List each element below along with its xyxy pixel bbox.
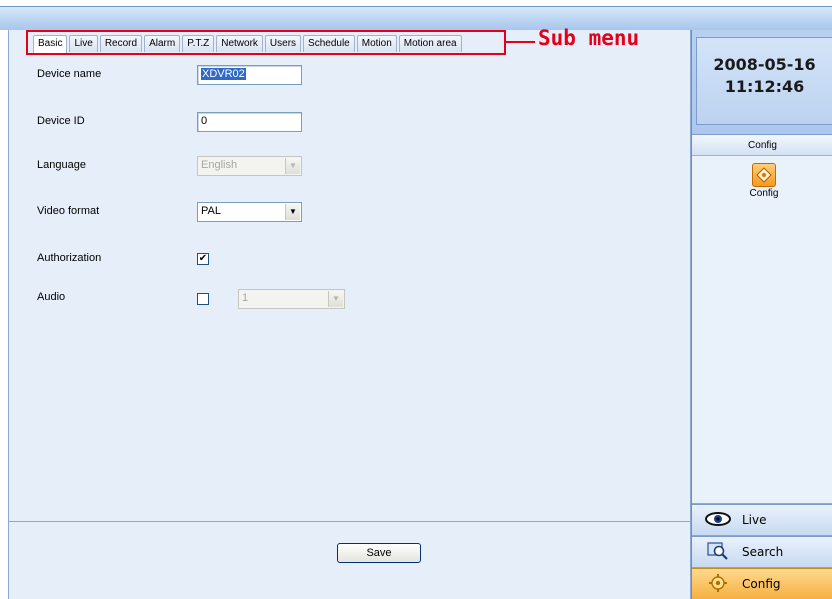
authorization-label: Authorization xyxy=(37,252,102,264)
app-window: Basic Live Record Alarm P.T.Z Network Us… xyxy=(0,0,832,599)
authorization-checkbox[interactable]: ✔ xyxy=(197,253,209,265)
save-button[interactable]: Save xyxy=(337,543,421,563)
authorization-row: Authorization ✔ xyxy=(37,249,337,271)
datetime-display: 2008-05-16 11:12:46 xyxy=(696,37,832,125)
audio-checkbox[interactable] xyxy=(197,293,209,305)
video-format-select[interactable]: PAL ▼ xyxy=(197,202,302,222)
date-text: 2008-05-16 xyxy=(713,55,816,74)
device-id-value: 0 xyxy=(201,115,208,127)
config-shortcut-label: Config xyxy=(749,188,779,199)
sub-menu-callout-label: Sub menu xyxy=(538,26,640,50)
config-panel-title: Config xyxy=(692,135,832,156)
device-id-label: Device ID xyxy=(37,115,85,127)
audio-label: Audio xyxy=(37,291,66,303)
chevron-down-icon: ▼ xyxy=(328,291,343,307)
config-tool-icon xyxy=(752,163,776,187)
language-row: Language English ▼ xyxy=(37,156,337,178)
device-name-input[interactable]: XDVR02 xyxy=(197,65,302,85)
video-format-label: Video format xyxy=(37,205,100,217)
nav-search-button[interactable]: Search xyxy=(692,536,832,567)
nav-live-button[interactable]: Live xyxy=(692,504,832,535)
gear-icon xyxy=(700,573,736,596)
language-label: Language xyxy=(37,159,86,171)
sub-menu-callout-line xyxy=(506,41,535,43)
device-name-row: Device name XDVR02 xyxy=(37,65,337,87)
device-id-input[interactable]: 0 xyxy=(197,112,302,132)
time-text: 11:12:46 xyxy=(724,77,805,96)
device-id-row: Device ID 0 xyxy=(37,112,337,134)
nav-config-button[interactable]: Config xyxy=(692,568,832,599)
device-name-value: XDVR02 xyxy=(201,68,246,80)
audio-row: Audio 1 ▼ xyxy=(37,288,357,310)
nav-config-label: Config xyxy=(742,577,781,591)
config-panel: Config Config xyxy=(692,134,832,503)
language-value: English xyxy=(201,159,238,171)
config-main-panel: Basic Live Record Alarm P.T.Z Network Us… xyxy=(8,30,691,521)
sub-menu-callout-box xyxy=(26,30,506,55)
audio-channel-select[interactable]: 1 ▼ xyxy=(238,289,345,309)
device-name-label: Device name xyxy=(37,68,102,80)
chevron-down-icon: ▼ xyxy=(285,204,300,220)
magnifier-icon xyxy=(700,541,736,564)
nav-search-label: Search xyxy=(742,545,784,559)
chevron-down-icon: ▼ xyxy=(285,158,300,174)
nav-live-label: Live xyxy=(742,513,767,527)
config-shortcut[interactable]: Config xyxy=(742,163,786,199)
eye-icon xyxy=(700,511,736,530)
audio-channel-value: 1 xyxy=(242,292,249,304)
title-bar xyxy=(0,6,832,30)
right-sidebar: 2008-05-16 11:12:46 Config Config Live S… xyxy=(691,30,832,599)
config-footer: Save xyxy=(8,521,691,599)
video-format-value: PAL xyxy=(201,205,221,217)
language-select[interactable]: English ▼ xyxy=(197,156,302,176)
video-format-row: Video format PAL ▼ xyxy=(37,202,337,224)
